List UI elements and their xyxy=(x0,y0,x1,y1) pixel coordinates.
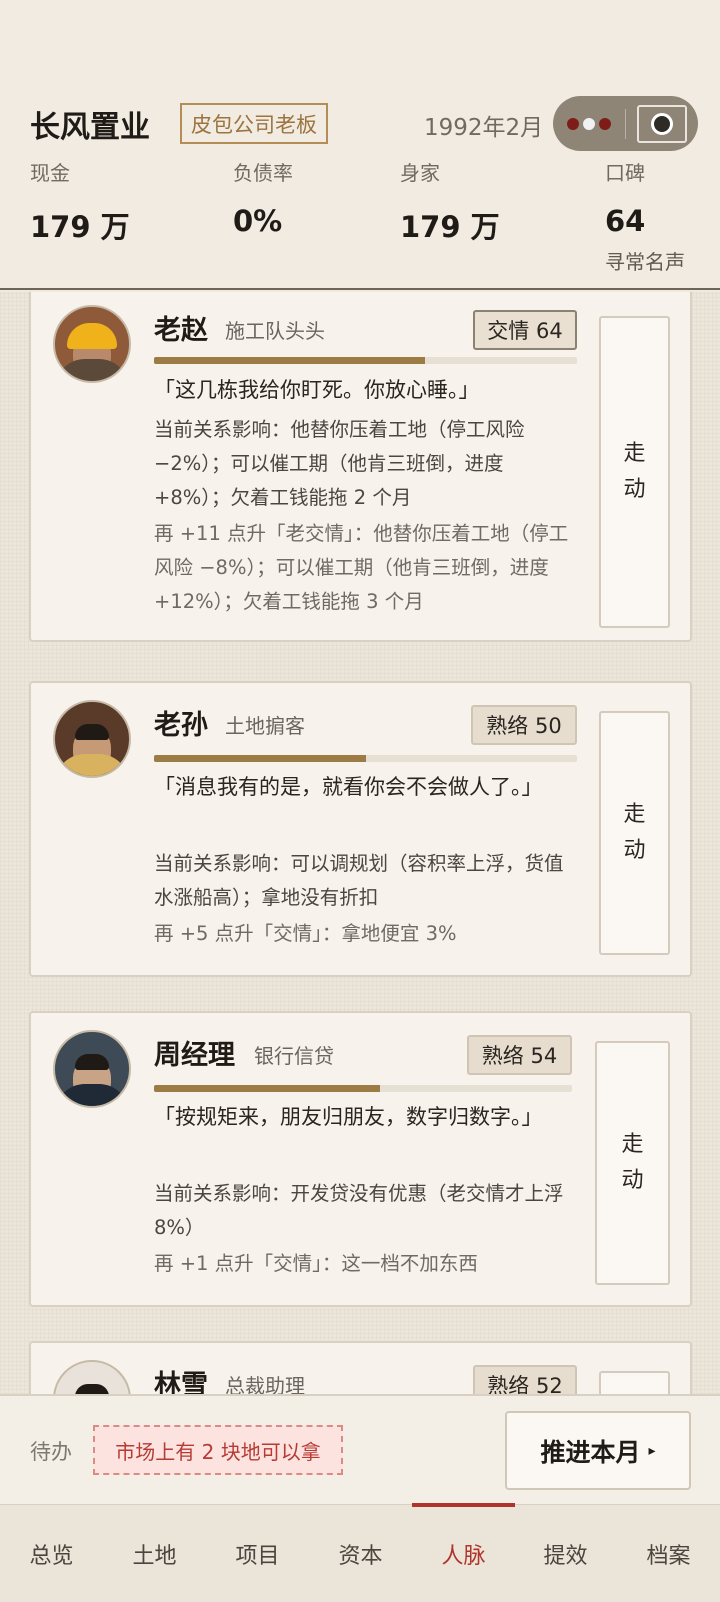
stat-label: 负债率 xyxy=(233,161,293,185)
avatar xyxy=(53,1360,131,1394)
relationship-progress xyxy=(154,1085,572,1092)
visit-button[interactable]: 走动 xyxy=(595,1041,670,1285)
play-arrow-icon: ▸ xyxy=(648,1442,656,1459)
contact-name: 老赵 xyxy=(154,315,208,346)
todo-bar: 待办 市场上有 2 块地可以拿 推进本月 ▸ xyxy=(0,1394,720,1504)
visit-button[interactable]: 走动 xyxy=(599,711,670,955)
stat-label: 口碑 xyxy=(605,161,645,185)
contact-quote: 「这几栋我给你盯死。你放心睡。」 xyxy=(154,378,480,402)
relationship-tag: 熟络 54 xyxy=(467,1035,572,1075)
stat-value: 179 万 xyxy=(30,210,130,244)
more-dot-icon xyxy=(583,117,595,130)
tab-capital[interactable]: 资本 xyxy=(309,1505,412,1602)
tab-overview[interactable]: 总览 xyxy=(0,1505,103,1602)
tab-land[interactable]: 土地 xyxy=(103,1505,206,1602)
current-effect: 当前关系影响：他替你压着工地（停工风险 −2%）；可以催工期（他肯三班倒，进度 … xyxy=(154,418,525,509)
bottom-tab-bar: 总览 土地 项目 资本 人脉 提效 档案 xyxy=(0,1503,720,1602)
stat-label: 身家 xyxy=(400,161,440,185)
current-effect: 当前关系影响：可以调规划（容积率上浮，货值水涨船高）；拿地没有折扣 xyxy=(154,852,564,909)
contact-card: 老赵 施工队头头 交情 64 「这几栋我给你盯死。你放心睡。」 当前关系影响：他… xyxy=(29,292,692,642)
contact-role: 银行信贷 xyxy=(254,1044,334,1068)
avatar xyxy=(53,1030,131,1108)
close-button[interactable] xyxy=(626,96,698,151)
company-name: 长风置业 xyxy=(30,110,150,145)
tab-projects[interactable]: 项目 xyxy=(206,1505,309,1602)
todo-item[interactable]: 市场上有 2 块地可以拿 xyxy=(93,1425,343,1475)
tab-efficiency[interactable]: 提效 xyxy=(514,1505,617,1602)
more-dot-icon xyxy=(567,117,579,130)
visit-button[interactable]: 走动 xyxy=(599,316,670,628)
visit-button[interactable]: 走动 xyxy=(599,1371,670,1394)
more-menu-button[interactable] xyxy=(553,96,625,151)
contacts-list[interactable]: 老赵 施工队头头 交情 64 「这几栋我给你盯死。你放心睡。」 当前关系影响：他… xyxy=(0,292,720,1394)
stat-reputation: 口碑 64 寻常名声 xyxy=(605,157,685,275)
stat-label: 现金 xyxy=(30,161,70,185)
close-target-icon xyxy=(637,104,687,143)
next-level-effect: 再 +11 点升「老交情」：他替你压着工地（停工风险 −8%）；可以催工期（他肯… xyxy=(154,522,569,613)
next-level-effect: 再 +1 点升「交情」：这一档不加东西 xyxy=(154,1252,478,1275)
relationship-tag: 交情 64 xyxy=(473,310,577,350)
relationship-tag: 熟络 52 xyxy=(473,1365,577,1394)
avatar xyxy=(53,700,131,778)
relationship-progress xyxy=(154,755,577,762)
avatar xyxy=(53,305,131,383)
advance-month-button[interactable]: 推进本月 ▸ xyxy=(505,1411,691,1490)
relationship-tag: 熟络 50 xyxy=(471,705,577,745)
reputation-level: 寻常名声 xyxy=(605,250,685,274)
stat-debt-ratio: 负债率 0% xyxy=(233,157,293,238)
contact-role: 土地掮客 xyxy=(225,714,305,738)
contact-name: 林雪 xyxy=(154,1370,208,1394)
game-date: 1992年2月 xyxy=(424,115,544,141)
contact-quote: 「按规矩来，朋友归朋友，数字归数字。」 xyxy=(154,1105,543,1129)
next-level-effect: 再 +5 点升「交情」：拿地便宜 3% xyxy=(154,922,457,945)
tab-archive[interactable]: 档案 xyxy=(617,1505,720,1602)
contact-card: 老孙 土地掮客 熟络 50 「消息我有的是，就看你会不会做人了。」 当前关系影响… xyxy=(29,681,692,977)
contact-name: 周经理 xyxy=(154,1040,235,1071)
mini-program-capsule xyxy=(553,96,698,151)
stat-value: 179 万 xyxy=(400,210,500,244)
contact-role: 总裁助理 xyxy=(225,1374,305,1394)
contact-role: 施工队头头 xyxy=(225,319,325,343)
tab-network[interactable]: 人脉 xyxy=(412,1503,515,1602)
relationship-progress xyxy=(154,357,577,364)
stat-value: 64 xyxy=(605,204,646,238)
header: 长风置业 皮包公司老板 1992年2月 现金 179 万 负债率 0% 身家 1… xyxy=(0,0,720,290)
rank-badge: 皮包公司老板 xyxy=(180,103,328,144)
contact-quote: 「消息我有的是，就看你会不会做人了。」 xyxy=(154,775,543,799)
more-dot-icon xyxy=(599,117,611,130)
contact-card: 周经理 银行信贷 熟络 54 「按规矩来，朋友归朋友，数字归数字。」 当前关系影… xyxy=(29,1011,692,1307)
todo-label: 待办 xyxy=(30,1440,72,1464)
stat-value: 0% xyxy=(233,204,283,238)
stat-net-worth: 身家 179 万 xyxy=(400,157,500,246)
contact-card: 林雪 总裁助理 熟络 52 走动 xyxy=(29,1341,692,1394)
contact-name: 老孙 xyxy=(154,710,208,741)
advance-month-label: 推进本月 xyxy=(540,1437,641,1467)
stat-cash: 现金 179 万 xyxy=(30,157,130,246)
current-effect: 当前关系影响：开发贷没有优惠（老交情才上浮 8%） xyxy=(154,1182,564,1239)
